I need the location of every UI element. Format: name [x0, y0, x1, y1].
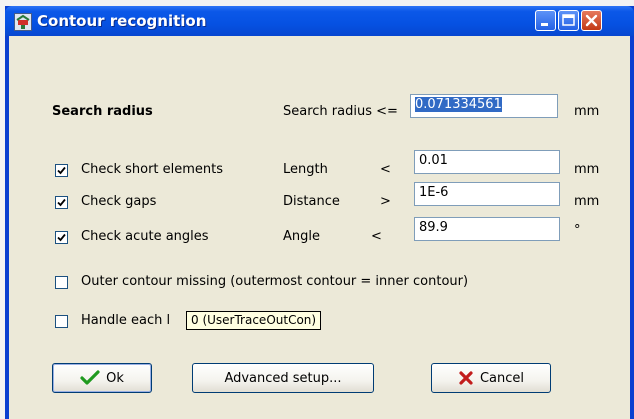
- check-short-elements-checkbox[interactable]: [55, 164, 68, 177]
- cross-icon: [458, 370, 474, 386]
- distance-unit: mm: [574, 194, 600, 209]
- search-radius-unit: mm: [574, 104, 600, 119]
- checkmark-icon: [57, 233, 66, 242]
- close-icon: [585, 14, 598, 27]
- cancel-button[interactable]: Cancel: [431, 363, 551, 393]
- maximize-icon: [562, 14, 575, 26]
- check-acute-angles-checkbox[interactable]: [55, 231, 68, 244]
- search-radius-input[interactable]: 0.071334561: [410, 94, 558, 118]
- length-operator: <: [380, 162, 391, 177]
- handle-each-checkbox[interactable]: [55, 315, 68, 328]
- outer-contour-missing-label: Outer contour missing (outermost contour…: [81, 274, 469, 289]
- contour-app-icon: [14, 13, 32, 31]
- cancel-button-label: Cancel: [479, 370, 525, 386]
- checkmark-icon: [80, 370, 100, 386]
- handle-each-label: Handle each l: [81, 313, 171, 328]
- ok-button-label: Ok: [106, 370, 124, 386]
- dialog-client-area: Search radius Search radius <= 0.0713345…: [9, 36, 630, 419]
- checkmark-icon: [57, 166, 66, 175]
- minimize-icon: [541, 23, 548, 26]
- length-input[interactable]: 0.01: [414, 150, 560, 174]
- window-title: Contour recognition: [37, 12, 207, 30]
- angle-input[interactable]: 89.9: [414, 217, 560, 241]
- check-gaps-checkbox[interactable]: [55, 196, 68, 209]
- dialog-window: Contour recognition Search radius Search…: [5, 6, 634, 419]
- check-acute-angles-label: Check acute angles: [81, 229, 209, 244]
- search-radius-heading: Search radius: [52, 104, 153, 119]
- checkmark-icon: [57, 198, 66, 207]
- advanced-setup-button[interactable]: Advanced setup...: [192, 363, 374, 393]
- advanced-setup-button-label: Advanced setup...: [224, 370, 342, 386]
- check-short-elements-label: Check short elements: [81, 162, 224, 177]
- angle-operator: <: [371, 229, 382, 244]
- search-radius-label: Search radius <=: [283, 104, 398, 119]
- search-radius-value: 0.071334561: [415, 97, 502, 112]
- distance-label: Distance: [283, 194, 340, 209]
- title-bar[interactable]: Contour recognition: [5, 6, 634, 36]
- angle-label: Angle: [283, 229, 320, 244]
- close-button[interactable]: [581, 10, 602, 31]
- length-unit: mm: [574, 162, 600, 177]
- length-label: Length: [283, 162, 328, 177]
- distance-operator: >: [380, 194, 391, 209]
- maximize-button[interactable]: [558, 10, 579, 31]
- angle-unit: °: [574, 223, 581, 238]
- distance-input[interactable]: 1E-6: [414, 182, 560, 206]
- outer-contour-missing-checkbox[interactable]: [55, 276, 68, 289]
- check-gaps-label: Check gaps: [81, 194, 157, 209]
- ok-button[interactable]: Ok: [52, 363, 152, 393]
- minimize-button[interactable]: [535, 10, 556, 31]
- tooltip: 0 (UserTraceOutCon): [186, 311, 322, 330]
